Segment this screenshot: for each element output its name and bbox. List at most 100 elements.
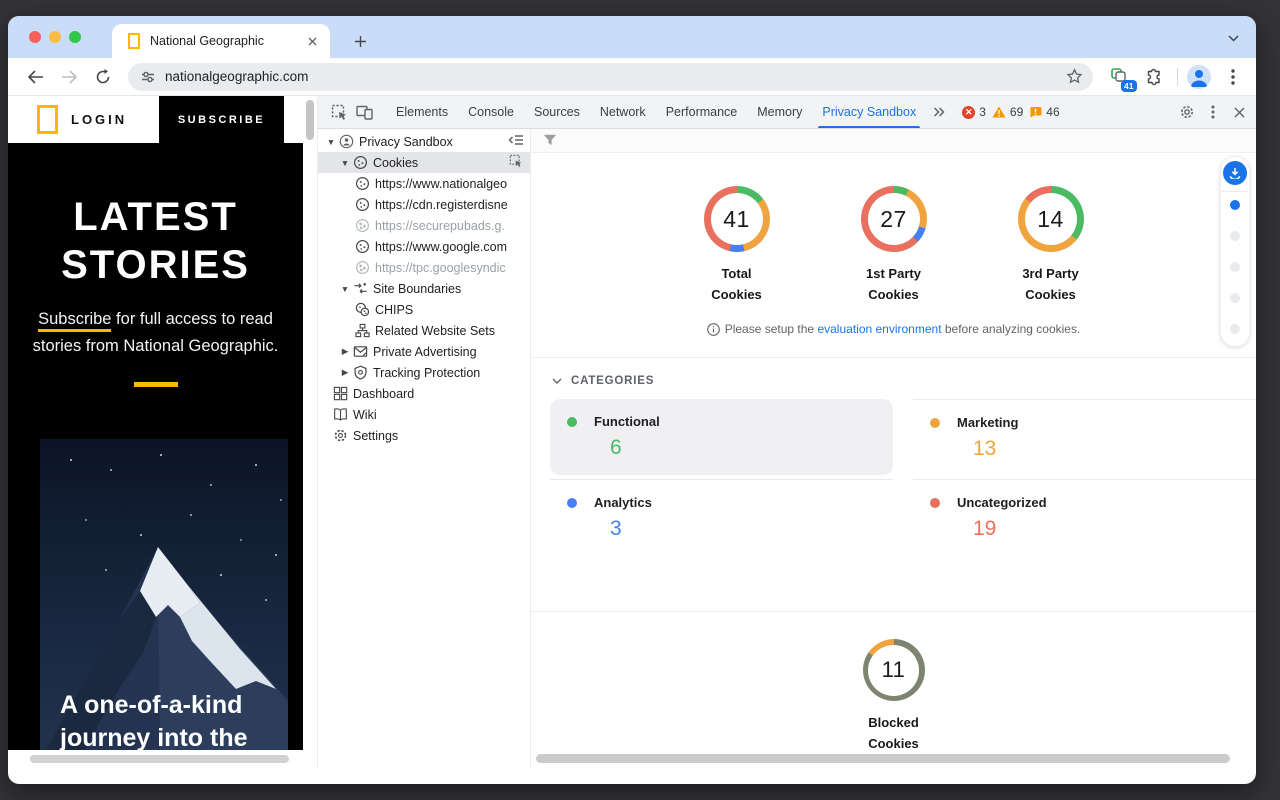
category-analytics[interactable]: Analytics 3 [550,479,893,559]
tree-item-url-5[interactable]: https://tpc.googlesyndic [318,257,530,278]
devtools-tabbar: Elements Console Sources Network Perform… [318,96,1256,129]
reload-button[interactable] [90,64,116,90]
tree-item-url-4[interactable]: https://www.google.com [318,236,530,257]
collapsed-arrow-icon[interactable]: ▶ [338,367,352,378]
story-card[interactable]: A one-of-a-kind journey into the Amazon [40,439,288,761]
error-badge[interactable]: ✕ 3 [962,105,986,119]
section-dot-3[interactable] [1230,262,1240,272]
tree-item-dashboard[interactable]: Dashboard [318,383,530,404]
more-tabs-icon[interactable] [926,99,952,125]
expand-arrow-icon[interactable]: ▼ [324,137,338,147]
window-minimize-button[interactable] [49,31,61,43]
latest-stories-hero: LATEST STORIES Subscribe for full access… [8,143,303,387]
setup-note: Please setup the evaluation environment … [531,322,1256,336]
bookmark-star-icon[interactable] [1066,68,1083,85]
tree-item-url-1[interactable]: https://www.nationalgeo [318,173,530,194]
filter-funnel-icon[interactable] [543,134,557,147]
url-text[interactable]: nationalgeographic.com [165,69,1066,84]
tree-item-cookies[interactable]: ▼ Cookies [318,152,530,173]
issues-badge[interactable]: 46 [1029,105,1059,119]
page-vertical-scrollbar[interactable] [303,96,318,768]
new-tab-button[interactable] [348,29,372,53]
tree-item-tracking-protection[interactable]: ▶ Tracking Protection [318,362,530,383]
category-marketing[interactable]: Marketing 13 [913,399,1256,479]
marketing-count: 13 [973,437,1256,461]
site-horizontal-scrollbar[interactable] [8,750,303,768]
window-close-button[interactable] [29,31,41,43]
third-party-cookies-stat[interactable]: 14 3rd PartyCookies [1001,186,1101,305]
page-vscroll-thumb[interactable] [306,100,314,140]
natgeo-logo-icon[interactable] [37,105,58,134]
tree-item-related-website-sets[interactable]: Related Website Sets [318,320,530,341]
download-report-button[interactable] [1223,161,1247,185]
tab-network[interactable]: Network [590,96,656,128]
window-zoom-button[interactable] [69,31,81,43]
org-chart-icon [354,323,370,339]
tree-item-url-2[interactable]: https://cdn.registerdisne [318,194,530,215]
tree-item-wiki[interactable]: Wiki [318,404,530,425]
tab-performance[interactable]: Performance [656,96,748,128]
collapse-panel-icon[interactable] [508,133,524,147]
panel-hscroll-thumb[interactable] [536,754,1230,763]
expand-arrow-icon[interactable]: ▼ [338,158,352,168]
forward-button[interactable] [56,64,82,90]
tab-console[interactable]: Console [458,96,524,128]
tab-memory[interactable]: Memory [747,96,812,128]
section-dot-5[interactable] [1230,324,1240,334]
section-dot-4[interactable] [1230,293,1240,303]
cookie-icon [352,155,368,171]
cookie-icon [354,197,370,213]
tab-privacy-sandbox[interactable]: Privacy Sandbox [812,96,926,128]
warning-count: 69 [1010,105,1023,119]
blocked-cookies-stat[interactable]: 11 BlockedCookies [844,639,944,754]
first-party-cookies-stat[interactable]: 27 1st PartyCookies [844,186,944,305]
site-settings-icon[interactable] [140,69,156,85]
categories-section-header[interactable]: CATEGORIES [531,358,1256,387]
tree-item-url-3[interactable]: https://securepubads.g. [318,215,530,236]
tab-sources[interactable]: Sources [524,96,590,128]
total-cookies-stat[interactable]: 41 TotalCookies [687,186,787,305]
tree-item-settings[interactable]: Settings [318,425,530,446]
subscribe-button[interactable]: SUBSCRIBE [159,96,284,143]
extensions-puzzle-icon[interactable] [1141,64,1167,90]
analytics-dot-icon [567,498,577,508]
category-functional[interactable]: Functional 6 [550,399,893,479]
back-button[interactable] [22,64,48,90]
login-link[interactable]: LOGIN [71,112,127,127]
uncategorized-dot-icon [930,498,940,508]
tree-item-privacy-sandbox[interactable]: ▼ Privacy Sandbox [318,131,530,152]
uncategorized-count: 19 [973,517,1256,541]
book-icon [332,407,348,423]
subscribe-text-link[interactable]: Subscribe [38,310,111,332]
tree-item-chips[interactable]: CHIPS [318,299,530,320]
inspect-element-icon[interactable] [326,99,352,125]
total-cookies-label: TotalCookies [687,263,787,305]
device-toolbar-icon[interactable] [352,99,378,125]
address-bar[interactable]: nationalgeographic.com [128,63,1093,91]
section-dot-2[interactable] [1230,231,1240,241]
collapsed-arrow-icon[interactable]: ▶ [338,346,352,357]
evaluation-environment-link[interactable]: evaluation environment [817,322,941,336]
console-status-badges[interactable]: ✕ 3 69 46 [962,105,1059,119]
tab-strip-chevron-icon[interactable] [1224,29,1242,47]
expand-arrow-icon[interactable]: ▼ [338,284,352,294]
devtools-close-icon[interactable] [1226,99,1252,125]
browser-tab[interactable]: National Geographic [112,24,330,58]
profile-avatar[interactable] [1186,64,1212,90]
devtools-menu-icon[interactable] [1200,99,1226,125]
panel-horizontal-scrollbar[interactable] [531,749,1256,768]
cookie-analysis-extension-icon[interactable]: 41 [1107,64,1133,90]
cookies-analysis-panel: 41 TotalCookies 27 1st PartyCookies [531,129,1256,768]
tab-close-icon[interactable] [304,33,320,49]
browser-menu-icon[interactable] [1220,64,1246,90]
site-hscroll-thumb[interactable] [30,755,289,763]
section-dot-1[interactable] [1230,200,1240,210]
tab-elements[interactable]: Elements [386,96,458,128]
inspect-frame-icon[interactable] [509,154,524,169]
warning-badge[interactable]: 69 [992,105,1023,119]
rail-divider [1222,191,1248,192]
tree-item-site-boundaries[interactable]: ▼ Site Boundaries [318,278,530,299]
devtools-settings-gear-icon[interactable] [1174,99,1200,125]
category-uncategorized[interactable]: Uncategorized 19 [913,479,1256,559]
tree-item-private-advertising[interactable]: ▶ Private Advertising [318,341,530,362]
